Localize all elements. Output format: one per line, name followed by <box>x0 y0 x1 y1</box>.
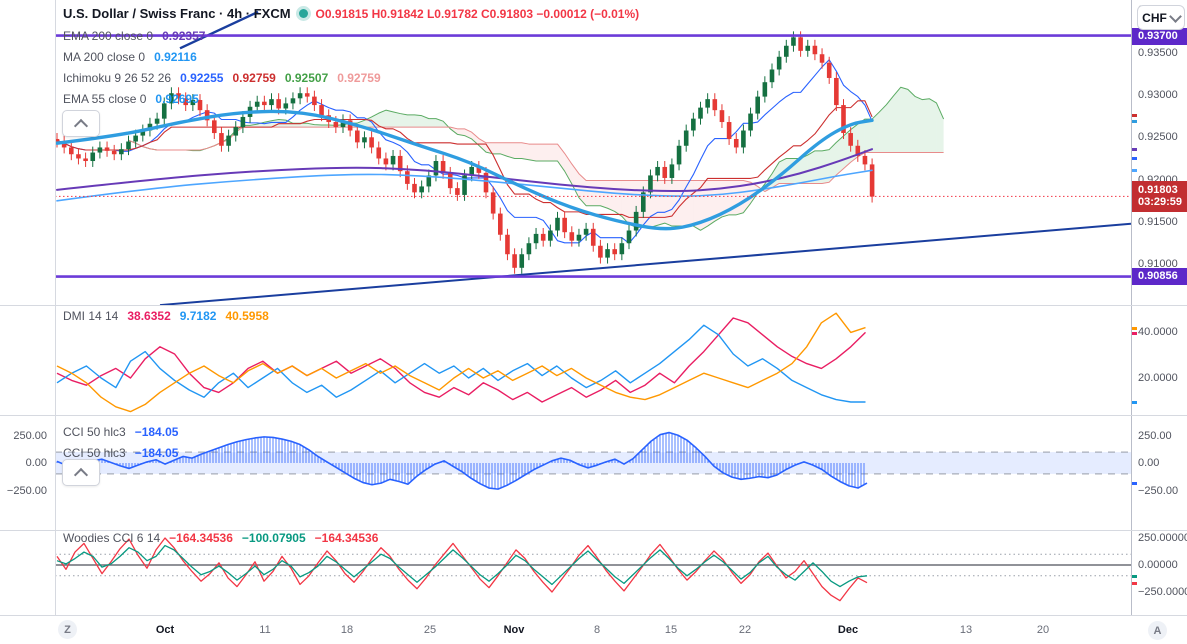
time-axis-label: 25 <box>423 624 437 636</box>
time-axis-label: 13 <box>959 624 973 636</box>
indicator-last-value-tick <box>1132 148 1137 151</box>
indicator-name: Woodies CCI 6 14 <box>63 531 161 545</box>
axis-price-label: 250.00 <box>1138 430 1172 442</box>
cci-pane-canvas[interactable] <box>55 415 1131 530</box>
tenkan-line <box>56 59 873 244</box>
cci-left-axis-label: −250.00 <box>6 485 47 497</box>
chevron-down-icon <box>1168 9 1182 23</box>
price-badge: 0.91803 03:29:59 <box>1132 180 1187 212</box>
indicator-value: 0.92357 <box>162 29 206 43</box>
indicator-value: 38.6352 <box>127 309 171 323</box>
price-axis[interactable]: 0.940000.935000.930000.925000.920000.915… <box>1131 0 1187 615</box>
symbol-title[interactable]: U.S. Dollar / Swiss Franc · 4h · FXCM <box>63 6 291 21</box>
pane-divider <box>0 415 1187 416</box>
indicator-last-value-tick <box>1132 157 1137 160</box>
axis-price-label: −250.00 <box>1138 485 1179 497</box>
indicator-name: DMI 14 14 <box>63 309 119 323</box>
time-axis-label: 15 <box>664 624 678 636</box>
time-axis-label: 20 <box>1036 624 1050 636</box>
axis-price-label: 0.93500 <box>1138 47 1178 59</box>
axis-price-label: 0.93000 <box>1138 89 1178 101</box>
time-axis-label: 18 <box>340 624 354 636</box>
cci-left-axis-label: 0.00 <box>25 457 47 469</box>
indicator-last-value-tick <box>1132 401 1137 404</box>
axis-price-label: 0.00 <box>1138 457 1160 469</box>
indicator-name: EMA 55 close 0 <box>63 92 147 106</box>
collapse-main-pane-button[interactable] <box>62 110 100 137</box>
axis-price-label: 40.0000 <box>1138 326 1178 338</box>
indicator-last-value-tick <box>1132 332 1137 335</box>
auto-scale-button[interactable]: A <box>1148 621 1167 640</box>
indicator-name: Ichimoku 9 26 52 26 <box>63 71 172 85</box>
time-axis-label: Oct <box>155 624 175 636</box>
axis-price-label: 0.92500 <box>1138 131 1178 143</box>
indicator-label-row[interactable]: Woodies CCI 6 14 −164.34536 −100.07905 −164… <box>63 531 378 545</box>
woodies-cci14-line <box>56 544 868 588</box>
indicator-value: −164.34536 <box>314 531 379 545</box>
time-axis-label: Nov <box>503 624 525 636</box>
indicator-value: 9.7182 <box>179 309 217 323</box>
indicator-name: EMA 200 close 0 <box>63 29 154 43</box>
axis-price-label: 20.0000 <box>1138 372 1178 384</box>
indicator-name: CCI 50 hlc3 <box>63 446 126 460</box>
indicator-last-value-tick <box>1132 327 1137 330</box>
indicator-value: 0.92759 <box>232 71 276 85</box>
collapse-cci-pane-button[interactable] <box>62 459 100 486</box>
trendline <box>159 222 1131 305</box>
indicator-value: 0.92759 <box>337 71 381 85</box>
price-badge: 0.93700 <box>1132 27 1187 45</box>
axis-price-label: −250.00000 <box>1138 586 1187 598</box>
time-axis-label: Dec <box>837 624 859 636</box>
indicator-value: 0.92116 <box>154 50 197 64</box>
timezone-button[interactable]: Z <box>58 620 77 639</box>
indicator-last-value-tick <box>1132 582 1137 585</box>
market-status-dot <box>298 9 308 18</box>
dmi-+di-line <box>56 317 866 403</box>
indicator-label-row[interactable]: DMI 14 14 38.6352 9.7182 40.5958 <box>63 309 269 323</box>
indicator-value: −184.05 <box>134 425 179 439</box>
indicator-last-value-tick <box>1132 575 1137 578</box>
indicator-label-row[interactable]: EMA 55 close 0 0.92695 <box>63 92 199 106</box>
time-axis-label: 22 <box>738 624 752 636</box>
chevron-up-icon <box>73 118 89 133</box>
indicator-label-row[interactable]: EMA 200 close 0 0.92357 <box>63 29 205 43</box>
price-badge: 0.90856 <box>1132 267 1187 285</box>
axis-price-label: 0.00000 <box>1138 559 1178 571</box>
axis-price-label: 250.00000 <box>1138 532 1187 544</box>
woodies-cci6-line <box>56 537 868 602</box>
indicator-last-value-tick <box>1132 169 1137 172</box>
indicator-value: −164.34536 <box>169 531 233 545</box>
cci-left-axis-label: 250.00 <box>13 430 47 442</box>
time-axis[interactable]: Z Oct 11 18 25 Nov 8 15 22 Dec 13 20 <box>0 615 1187 644</box>
left-gutter-border <box>55 0 56 644</box>
indicator-value: 40.5958 <box>225 309 269 323</box>
indicator-label-row[interactable]: CCI 50 hlc3 −184.05 <box>63 446 178 460</box>
indicator-last-value-tick <box>1132 120 1137 123</box>
chevron-up-icon <box>73 467 89 482</box>
indicator-label-row[interactable]: MA 200 close 0 0.92116 <box>63 50 197 64</box>
price-pane-canvas[interactable] <box>55 0 1131 305</box>
indicator-last-value-tick <box>1132 482 1137 485</box>
ohlc-values: O0.91815 H0.91842 L0.91782 C0.91803 −0.0… <box>315 6 640 21</box>
indicator-last-value-tick <box>1132 114 1137 117</box>
indicator-value: −100.07905 <box>241 531 306 545</box>
pane-divider <box>0 305 1187 306</box>
indicator-name: MA 200 close 0 <box>63 50 146 64</box>
pane-divider <box>0 530 1187 531</box>
currency-label: CHF <box>1142 10 1167 25</box>
indicator-value: 0.92507 <box>284 71 329 85</box>
time-axis-label: 8 <box>593 624 601 636</box>
indicator-label-row[interactable]: Ichimoku 9 26 52 26 0.92255 0.92759 0.92507… <box>63 71 381 85</box>
indicator-name: CCI 50 hlc3 <box>63 425 126 439</box>
pane-divider <box>0 615 1187 616</box>
time-axis-label: 11 <box>259 624 271 636</box>
indicator-value: 0.92695 <box>155 92 199 106</box>
currency-dropdown-button[interactable]: CHF <box>1137 5 1185 30</box>
trading-chart-window: U.S. Dollar / Swiss Franc · 4h · FXCM O0… <box>0 0 1187 644</box>
axis-price-label: 0.91500 <box>1138 216 1178 228</box>
indicator-value: −184.05 <box>134 446 179 460</box>
indicator-label-row[interactable]: CCI 50 hlc3 −184.05 <box>63 425 178 439</box>
indicator-value: 0.92255 <box>180 71 224 85</box>
countdown-timer: 03:29:59 <box>1138 196 1183 208</box>
